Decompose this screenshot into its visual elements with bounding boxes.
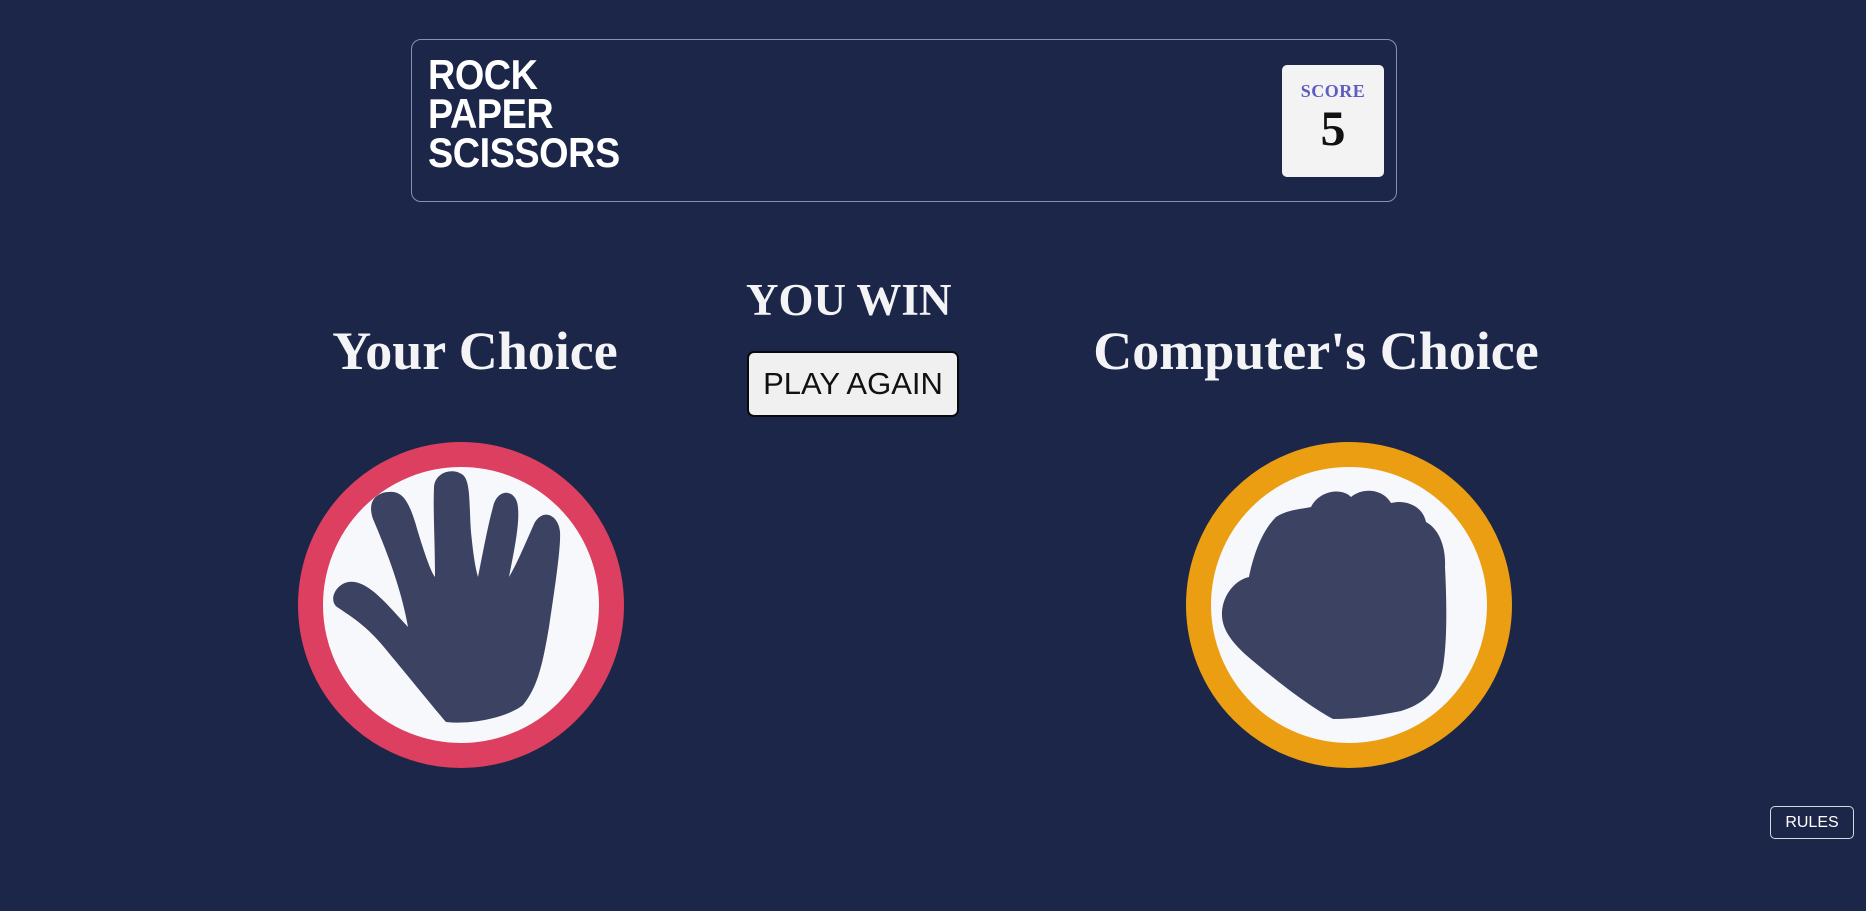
score-box: SCORE 5 [1282, 65, 1384, 177]
title-line-scissors: SCISSORS [428, 129, 620, 176]
player-paper-token [298, 442, 624, 768]
result-text: YOU WIN [746, 275, 952, 325]
score-label: SCORE [1300, 81, 1366, 101]
computer-rock-token [1186, 442, 1512, 768]
title-line-rock: ROCK [428, 51, 538, 98]
rock-fist-icon [1221, 490, 1447, 719]
game-header: ROCK PAPER SCISSORS SCORE 5 [411, 39, 1397, 202]
computer-choice-heading: Computer's Choice [1093, 321, 1539, 381]
title-line-paper: PAPER [428, 90, 554, 137]
your-choice-heading: Your Choice [332, 321, 618, 381]
rules-button[interactable]: RULES [1770, 806, 1854, 839]
play-again-button[interactable]: PLAY AGAIN [747, 351, 959, 417]
score-value: 5 [1320, 100, 1346, 156]
game-title: ROCK PAPER SCISSORS [428, 51, 620, 176]
paper-hand-icon [333, 471, 561, 723]
